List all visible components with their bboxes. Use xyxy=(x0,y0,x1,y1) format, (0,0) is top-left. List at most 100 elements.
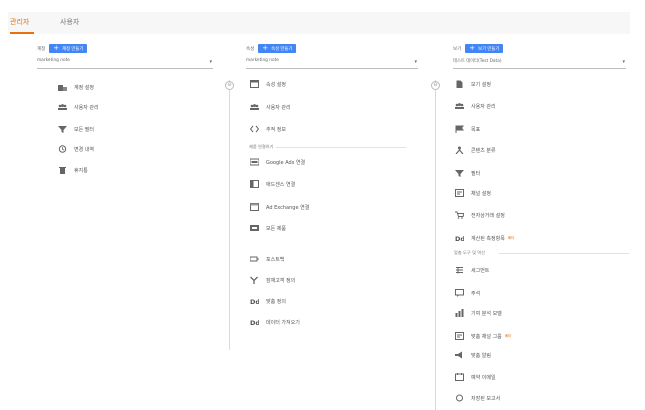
property-item-label: 모든 제품 xyxy=(266,225,286,232)
svg-text:Dd: Dd xyxy=(250,319,259,326)
view-items-item[interactable]: 전자상거래 설정 xyxy=(454,210,505,220)
view-items-item[interactable]: 보기 설정 xyxy=(454,79,491,89)
property-more-item[interactable]: 잠재고객 정의 xyxy=(249,275,295,285)
column-divider xyxy=(229,80,230,350)
account-item-label: 모든 필터 xyxy=(74,126,94,133)
account-selected-value: marketing note xyxy=(37,58,70,63)
property-item-label: 속성 설정 xyxy=(266,81,286,88)
view-tools-item[interactable]: 기여 분석 모델 xyxy=(454,308,502,318)
view-item-label: 보기 설정 xyxy=(471,81,491,88)
cart-icon xyxy=(454,211,464,219)
window-icon xyxy=(249,80,259,88)
google-ads-icon xyxy=(249,158,259,166)
view-tools-item[interactable]: 예약 이메일 xyxy=(454,372,496,382)
section-divider xyxy=(276,147,406,148)
account-selector[interactable]: marketing note ▾ xyxy=(37,58,213,69)
property-selector[interactable]: marketing note ▾ xyxy=(246,58,418,69)
dd-icon: Dd xyxy=(249,297,259,305)
property-items-item[interactable]: 속성 설정 xyxy=(249,79,286,89)
property-item-label: Google Ads 연결 xyxy=(266,159,306,166)
plus-icon: + xyxy=(53,44,60,52)
property-links-item[interactable]: 모든 제품 xyxy=(249,223,286,233)
property-selected-value: marketing note xyxy=(246,58,279,63)
tab-user[interactable]: 사용자 xyxy=(60,17,79,27)
ad-exchange-icon xyxy=(249,203,259,211)
dd-icon: Dd xyxy=(249,318,259,326)
account-item-label: 계정 설정 xyxy=(74,84,94,91)
account-item-label: 휴지통 xyxy=(74,167,88,174)
view-tools-item[interactable]: 세그먼트 xyxy=(454,265,489,275)
annotation-icon xyxy=(454,289,464,297)
view-tools-item[interactable]: 저장된 보고서 xyxy=(454,393,500,403)
beta-badge: 베타 xyxy=(504,333,512,338)
property-items-item[interactable]: 사용자 관리 xyxy=(249,102,291,112)
view-items-item[interactable]: 목표 xyxy=(454,124,480,134)
content-group-icon xyxy=(454,146,464,154)
view-tools-item[interactable]: 주석 xyxy=(454,288,480,298)
chevron-down-icon: ▾ xyxy=(209,59,212,65)
filter-icon xyxy=(57,125,67,133)
property-links-item[interactable]: Google Ads 연결 xyxy=(249,157,305,167)
view-tools-item[interactable]: 맞춤 알림 xyxy=(454,350,491,360)
property-item-label: 잠재고객 정의 xyxy=(266,277,296,284)
view-items-item[interactable]: 콘텐츠 분류 xyxy=(454,145,496,155)
column-divider xyxy=(435,80,436,410)
users-icon xyxy=(57,103,67,111)
property-links-item[interactable]: 애드센스 연결 xyxy=(249,179,295,189)
account-items-item[interactable]: 사용자 관리 xyxy=(57,102,99,112)
view-items-item[interactable]: 사용자 관리 xyxy=(454,101,496,111)
view-column-header: 보기 + 보기 만들기 xyxy=(453,44,504,53)
create-view-button[interactable]: + 보기 만들기 xyxy=(465,44,504,53)
admin-tab-bar: 관리자 사용자 xyxy=(8,12,630,34)
view-selected-value: 테스트 데이터(Test Data) xyxy=(453,59,502,64)
view-items-item[interactable]: 필터 xyxy=(454,168,480,178)
create-view-label: 보기 만들기 xyxy=(478,46,500,52)
view-items-item[interactable]: 채널 설정 xyxy=(454,188,491,198)
document-icon xyxy=(454,80,464,88)
property-more-item[interactable]: Dd 데이터 가져오기 xyxy=(249,317,300,327)
property-more-item[interactable]: Dd 맞춤 정의 xyxy=(249,296,287,306)
create-property-button[interactable]: + 속성 만들기 xyxy=(258,44,297,53)
view-item-label: 주석 xyxy=(471,290,481,297)
view-selector[interactable]: 테스트 데이터(Test Data) ▾ xyxy=(453,58,626,69)
view-item-label: 기여 분석 모델 xyxy=(471,310,502,317)
history-icon xyxy=(57,145,67,153)
flag-icon xyxy=(454,125,464,133)
property-item-label: 포스트백 xyxy=(266,256,285,263)
section-divider xyxy=(499,253,629,254)
property-item-label: 데이터 가져오기 xyxy=(266,319,300,326)
property-more-item[interactable]: 포스트백 xyxy=(249,254,284,264)
chevron-down-icon: ▾ xyxy=(622,59,625,65)
view-item-label: 세그먼트 xyxy=(471,267,490,274)
collapse-account-toggle[interactable]: ⊖ xyxy=(225,81,234,90)
view-item-label: 콘텐츠 분류 xyxy=(471,147,496,154)
property-item-label: 애드센스 연결 xyxy=(266,181,296,188)
channel-icon xyxy=(454,189,464,197)
audience-icon xyxy=(249,276,259,284)
create-property-label: 속성 만들기 xyxy=(271,46,293,52)
view-item-label: 채널 설정 xyxy=(471,190,491,197)
account-item-label: 변경 내역 xyxy=(74,146,94,153)
account-item-label: 사용자 관리 xyxy=(74,104,99,111)
property-section-heading: 제품 연결하기 xyxy=(249,144,274,149)
view-item-label: 필터 xyxy=(471,170,481,177)
account-items-item[interactable]: 모든 필터 xyxy=(57,124,94,134)
account-items-item[interactable]: 계정 설정 xyxy=(57,82,94,92)
postback-icon xyxy=(249,255,259,263)
property-item-label: 추적 정보 xyxy=(266,126,286,133)
tab-admin[interactable]: 관리자 xyxy=(10,17,29,27)
account-items-item[interactable]: 변경 내역 xyxy=(57,144,94,154)
property-items-item[interactable]: 추적 정보 xyxy=(249,124,286,134)
active-tab-indicator xyxy=(10,32,34,34)
view-tools-item[interactable]: 맞춤 채널 그룹 베타 xyxy=(454,331,511,341)
collapse-property-toggle[interactable]: ⊖ xyxy=(431,81,440,90)
adsense-icon xyxy=(249,180,259,188)
view-item-label: 전자상거래 설정 xyxy=(471,212,505,219)
account-items-item[interactable]: 휴지통 xyxy=(57,165,88,175)
property-links-item[interactable]: Ad Exchange 연결 xyxy=(249,202,309,212)
view-item-label: 목표 xyxy=(471,126,481,133)
building-icon xyxy=(57,83,67,91)
view-item-label: 계산된 측정항목 xyxy=(471,235,505,242)
view-items-item[interactable]: Dd 계산된 측정항목 베타 xyxy=(454,233,515,243)
create-account-button[interactable]: + 계정 만들기 xyxy=(49,44,88,53)
